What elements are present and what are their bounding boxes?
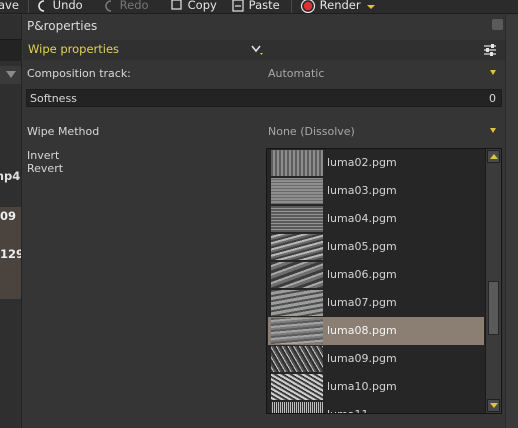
scrollbar-thumb[interactable]: [488, 281, 499, 335]
chevron-down-icon[interactable]: [490, 70, 496, 75]
softness-slider[interactable]: Softness 0: [26, 89, 502, 107]
list-item-label: luma11: [327, 408, 368, 413]
redo-icon: [105, 0, 112, 12]
main-toolbar: ave Undo Redo Copy Paste Render: [0, 0, 518, 14]
redo-button[interactable]: Redo: [104, 0, 149, 13]
list-item[interactable]: luma09.pgm: [268, 345, 484, 373]
list-item-label: luma04.pgm: [327, 212, 397, 225]
record-icon: [300, 0, 316, 13]
scroll-up-button[interactable]: [487, 150, 500, 163]
copy-icon: [171, 0, 182, 10]
wipe-method-dropdown-list[interactable]: luma02.pgm luma03.pgm luma04.pgm luma05.…: [266, 148, 502, 414]
revert-label[interactable]: Revert: [27, 162, 63, 175]
list-item[interactable]: luma05.pgm: [268, 233, 484, 261]
list-item-label: luma07.pgm: [327, 296, 397, 309]
list-item-label: luma09.pgm: [327, 352, 397, 365]
copy-button[interactable]: Copy: [170, 0, 217, 13]
redo-label: Redo: [119, 0, 149, 12]
softness-label: Softness: [30, 92, 77, 105]
luma-thumbnail: [271, 150, 323, 176]
list-item[interactable]: luma11: [268, 401, 484, 413]
list-item[interactable]: luma06.pgm: [268, 261, 484, 289]
effect-header: Wipe properties: [23, 40, 505, 60]
list-item-selected[interactable]: luma08.pgm: [268, 317, 484, 345]
render-menu-button[interactable]: [366, 0, 376, 13]
undo-button[interactable]: Undo: [37, 0, 83, 13]
left-panel: mp4 709 3129: [0, 15, 22, 428]
list-item-label: luma10.pgm: [327, 380, 397, 393]
panel-title: P&roperties: [27, 19, 98, 33]
luma-thumbnail: [271, 402, 323, 413]
list-item-label: luma03.pgm: [327, 184, 397, 197]
dropdown-scrollbar[interactable]: [485, 149, 501, 413]
chevron-down-icon[interactable]: [490, 128, 496, 133]
softness-value: 0: [489, 92, 496, 105]
invert-label[interactable]: Invert: [27, 149, 59, 162]
undo-label: Undo: [52, 0, 83, 12]
sliders-icon[interactable]: [483, 43, 497, 57]
paste-button[interactable]: Paste: [231, 0, 280, 13]
list-item[interactable]: luma03.pgm: [268, 177, 484, 205]
list-item-label: luma06.pgm: [327, 268, 397, 281]
wipe-method-label: Wipe Method: [27, 125, 100, 138]
left-dropdown[interactable]: [0, 66, 21, 84]
copy-label: Copy: [187, 0, 217, 12]
luma-thumbnail: [271, 318, 323, 344]
chevron-down-icon: [6, 71, 16, 78]
luma-thumbnail: [271, 290, 323, 316]
wipe-method-select[interactable]: None (Dissolve): [268, 125, 355, 138]
paste-label: Paste: [248, 0, 280, 12]
luma-thumbnail: [271, 206, 323, 232]
chevron-down-icon: [367, 4, 375, 9]
list-item[interactable]: luma04.pgm: [268, 205, 484, 233]
undo-icon: [38, 0, 45, 12]
toolbar-separator: [28, 0, 29, 13]
right-gutter: [505, 15, 518, 428]
left-search-field[interactable]: [0, 39, 21, 61]
list-item[interactable]: luma07.pgm: [268, 289, 484, 317]
clip-label: mp4: [0, 169, 21, 183]
luma-thumbnail: [271, 374, 323, 400]
render-button[interactable]: Render: [300, 0, 361, 13]
save-label: ave: [0, 0, 19, 12]
luma-thumbnail: [271, 346, 323, 372]
save-button[interactable]: ave: [0, 0, 19, 13]
luma-thumbnail: [271, 178, 323, 204]
toolbar-separator: [291, 0, 292, 13]
luma-thumbnail: [271, 234, 323, 260]
composition-track-select[interactable]: Automatic: [268, 67, 324, 80]
close-icon[interactable]: [492, 19, 503, 30]
paste-icon: [232, 0, 244, 12]
list-item[interactable]: luma02.pgm: [268, 149, 484, 177]
effect-title: Wipe properties: [28, 42, 120, 56]
list-item-label: luma08.pgm: [327, 324, 397, 337]
chevron-down-icon[interactable]: [250, 44, 264, 56]
clip-label: 3129: [0, 247, 21, 261]
list-item[interactable]: luma10.pgm: [268, 373, 484, 401]
list-item-label: luma05.pgm: [327, 240, 397, 253]
clip-label: 709: [0, 209, 17, 223]
composition-track-label: Composition track:: [27, 67, 131, 80]
list-item-label: luma02.pgm: [327, 156, 397, 169]
render-label: Render: [319, 0, 361, 12]
scroll-down-button[interactable]: [487, 399, 500, 412]
luma-thumbnail: [271, 262, 323, 288]
